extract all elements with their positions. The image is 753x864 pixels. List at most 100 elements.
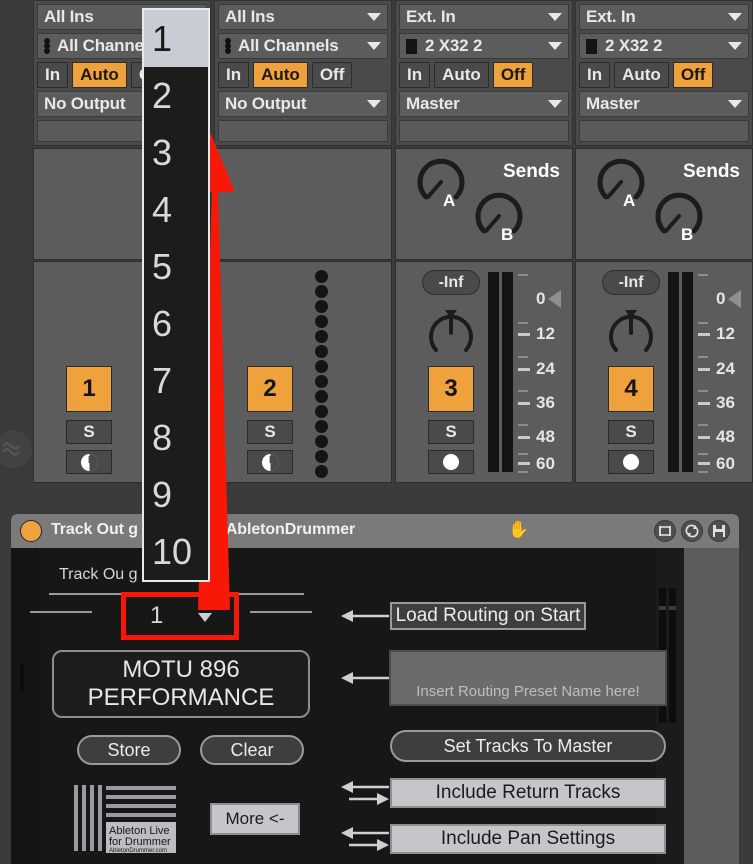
waveform-icon[interactable]	[0, 430, 32, 468]
include-return-tracks-button[interactable]: Include Return Tracks	[390, 778, 666, 808]
audio-from-value: All Ins	[44, 7, 94, 26]
monitor-auto-button[interactable]: Auto	[614, 62, 669, 88]
audio-to-chooser[interactable]: No Output	[218, 91, 388, 117]
solo-button[interactable]: S	[428, 420, 474, 444]
send-a-knob[interactable]	[596, 157, 646, 207]
dropdown-option[interactable]: 9	[144, 466, 208, 523]
mixer-left-gutter	[0, 0, 33, 506]
scale-24: 24	[536, 359, 555, 378]
clear-button[interactable]: Clear	[200, 735, 304, 765]
record-arm-icon	[443, 454, 459, 470]
app-window: All Ins All Channels In Auto Off No Outp…	[0, 0, 753, 864]
dropdown-option[interactable]: 10	[144, 523, 208, 580]
chevron-down-icon	[367, 42, 381, 50]
send-b-label: B	[681, 225, 694, 244]
track-mixer-section: -Inf 3 S 0 12 24 36 48 60	[395, 261, 573, 483]
audio-from-value: All Ins	[225, 7, 275, 26]
monitor-off-button[interactable]: Off	[672, 62, 714, 88]
output-channel-chooser[interactable]	[399, 120, 569, 142]
record-arm-button[interactable]	[428, 450, 474, 474]
device-power-button[interactable]	[20, 520, 42, 542]
fader-handle[interactable]	[548, 290, 561, 308]
monitor-off-button[interactable]: Off	[492, 62, 534, 88]
input-channel-chooser[interactable]: 2 X32 2	[579, 33, 749, 59]
monitor-in-button[interactable]: In	[37, 62, 69, 88]
output-channel-chooser[interactable]	[579, 120, 749, 142]
dropdown-option[interactable]: 8	[144, 409, 208, 466]
audio-from-chooser[interactable]: Ext. In	[579, 4, 749, 30]
include-pan-settings-button[interactable]: Include Pan Settings	[390, 824, 666, 854]
track-number-button[interactable]: 3	[428, 366, 474, 412]
scale-12: 12	[536, 324, 555, 343]
chevron-down-icon	[548, 13, 562, 21]
pan-knob[interactable]	[604, 306, 658, 360]
send-b-knob[interactable]	[474, 191, 524, 241]
audio-to-chooser[interactable]: Master	[579, 91, 749, 117]
mixer-track-3: Ext. In 2 X32 2 In Auto Off Master Sends…	[395, 0, 575, 506]
record-arm-icon	[623, 454, 639, 470]
dropdown-option[interactable]: 3	[144, 124, 208, 181]
dropdown-option[interactable]: 2	[144, 67, 208, 124]
dropdown-option[interactable]: 6	[144, 295, 208, 352]
more-button[interactable]: More <-	[210, 803, 300, 835]
dropdown-option[interactable]: 4	[144, 181, 208, 238]
pan-knob[interactable]	[424, 306, 478, 360]
solo-button[interactable]: S	[66, 420, 112, 444]
preset-slot-dropdown-list[interactable]: 1 2 3 4 5 6 7 8 9 10	[142, 8, 210, 582]
track-number-button[interactable]: 1	[66, 366, 112, 412]
audio-to-value: No Output	[44, 94, 126, 113]
meter-scale: 0 12 24 36 48 60	[518, 268, 568, 478]
monitor-off-button[interactable]: Off	[311, 62, 353, 88]
monitor-in-button[interactable]: In	[579, 62, 611, 88]
store-button[interactable]: Store	[77, 735, 181, 765]
device-left-meter	[11, 548, 39, 864]
monitor-auto-button[interactable]: Auto	[253, 62, 308, 88]
input-channel-chooser[interactable]: All Channels	[218, 33, 388, 59]
dropdown-option[interactable]: 7	[144, 352, 208, 409]
dropdown-option[interactable]: 1	[144, 10, 208, 67]
audio-to-chooser[interactable]: Master	[399, 91, 569, 117]
volume-value[interactable]: -Inf	[422, 270, 480, 295]
solo-button[interactable]: S	[608, 420, 654, 444]
record-arm-button[interactable]	[66, 450, 112, 474]
level-meter: 0 12 24 36 48 60	[484, 268, 568, 478]
abletondrummer-logo: Ableton Live for Drummer AbletonDrummer.…	[72, 783, 182, 855]
preset-name-display[interactable]: MOTU 896 PERFORMANCE	[52, 650, 310, 718]
meter-scale: 0 12 24 36 48 60	[698, 268, 748, 478]
scale-0: 0	[716, 289, 726, 308]
audio-from-chooser[interactable]: Ext. In	[399, 4, 569, 30]
device-right-meter	[656, 548, 684, 864]
map-icon[interactable]	[654, 520, 676, 542]
record-arm-button[interactable]	[247, 450, 293, 474]
level-meter: 0 12 24 36 48 60	[664, 268, 748, 478]
preset-name-input[interactable]: Insert Routing Preset Name here!	[389, 650, 667, 706]
fader-handle[interactable]	[728, 290, 741, 308]
audio-from-chooser[interactable]: All Ins	[218, 4, 388, 30]
send-b-knob[interactable]	[654, 191, 704, 241]
dropdown-option[interactable]: 5	[144, 238, 208, 295]
track-number-button[interactable]: 2	[247, 366, 293, 412]
track-number-button[interactable]: 4	[608, 366, 654, 412]
volume-value[interactable]: -Inf	[602, 270, 660, 295]
sync-icon[interactable]	[681, 520, 703, 542]
channel-square-icon	[586, 38, 597, 54]
scale-48: 48	[716, 427, 735, 446]
preset-name-line1: MOTU 896	[122, 656, 240, 683]
svg-text:AbletonDrummer.com: AbletonDrummer.com	[109, 848, 167, 854]
monitor-auto-button[interactable]: Auto	[72, 62, 127, 88]
save-icon[interactable]	[708, 520, 730, 542]
chevron-down-icon	[548, 100, 562, 108]
input-channel-chooser[interactable]: 2 X32 2	[399, 33, 569, 59]
monitor-row: In Auto Off	[579, 62, 749, 88]
monitor-in-button[interactable]: In	[218, 62, 250, 88]
device-title-bar: Track Out g Recall V1 - AbletonDrummer ✋	[11, 514, 739, 548]
audio-from-value: Ext. In	[586, 7, 636, 26]
monitor-in-button[interactable]: In	[399, 62, 431, 88]
send-a-knob[interactable]	[416, 157, 466, 207]
solo-button[interactable]: S	[247, 420, 293, 444]
scale-12: 12	[716, 324, 735, 343]
monitor-auto-button[interactable]: Auto	[434, 62, 489, 88]
set-tracks-to-master-button[interactable]: Set Tracks To Master	[390, 730, 666, 762]
load-routing-on-start-button[interactable]: Load Routing on Start	[390, 602, 586, 630]
record-arm-button[interactable]	[608, 450, 654, 474]
